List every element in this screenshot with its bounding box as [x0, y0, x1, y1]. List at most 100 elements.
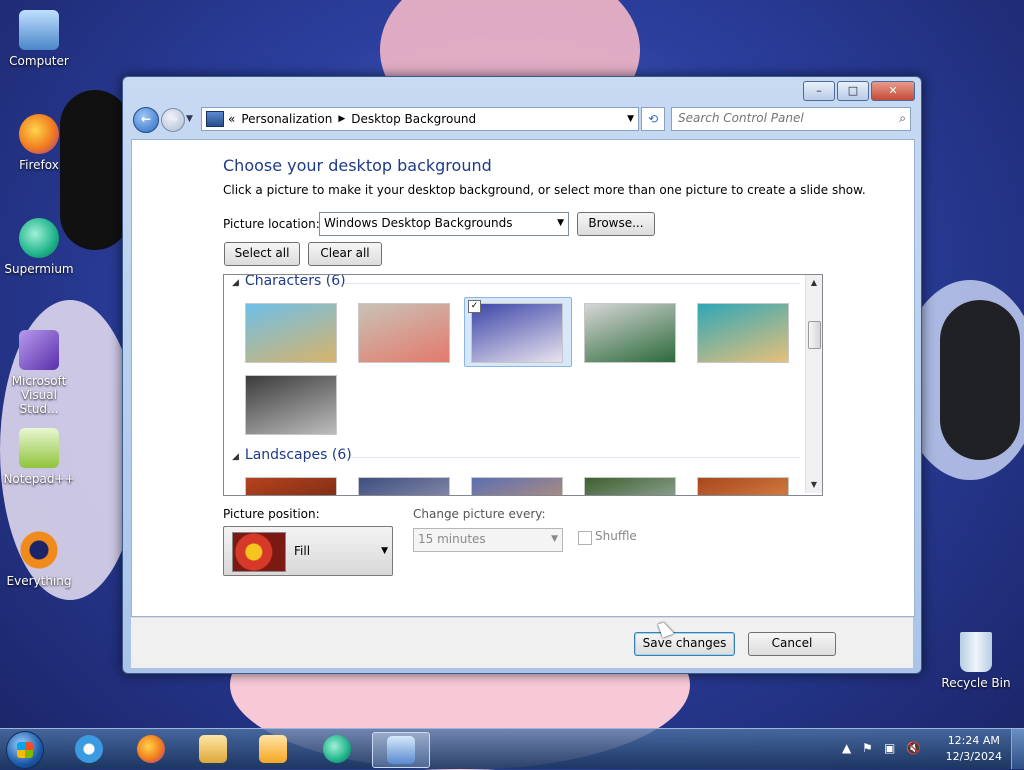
scroll-up-icon[interactable]: ▲	[806, 275, 822, 291]
thumbnail-characters-2[interactable]	[358, 303, 450, 363]
desktop-icon-notepad-plus-plus[interactable]: Notepad++	[1, 428, 77, 486]
taskbar-control-panel[interactable]	[372, 732, 430, 768]
volume-muted-icon[interactable]: 🔇	[906, 741, 921, 755]
clear-all-button[interactable]: Clear all	[308, 242, 382, 266]
thumbnail-selected-frame[interactable]: ✓	[464, 297, 572, 367]
group-header-characters[interactable]: ◢ Characters (6)	[232, 274, 346, 289]
address-dropdown-icon[interactable]: ▼	[627, 114, 634, 124]
group-divider	[344, 283, 800, 284]
select-all-button[interactable]: Select all	[224, 242, 300, 266]
thumbnail-landscapes-4[interactable]	[584, 477, 676, 495]
picture-position-select[interactable]: Fill ▼	[223, 526, 393, 576]
page-description: Click a picture to make it your desktop …	[223, 183, 866, 197]
thumbnail-landscapes-1[interactable]	[245, 477, 337, 495]
show-hidden-icons-icon[interactable]: ▲	[842, 741, 851, 755]
search-input[interactable]	[672, 108, 884, 128]
desktop-icon-everything[interactable]: Everything	[1, 530, 77, 588]
breadcrumb-overflow[interactable]: «	[228, 112, 235, 126]
shuffle-checkbox[interactable]	[578, 531, 592, 545]
group-divider	[350, 457, 800, 458]
desktop-icon-supermium[interactable]: Supermium	[1, 218, 77, 276]
scrollbar-thumb[interactable]	[808, 321, 821, 349]
search-box[interactable]: ⌕	[671, 107, 911, 131]
clock[interactable]: 12:24 AM 12/3/2024	[946, 733, 1002, 765]
start-button[interactable]	[6, 731, 44, 769]
page-title: Choose your desktop background	[223, 156, 492, 175]
breadcrumb-separator-icon[interactable]: ▶	[338, 114, 345, 124]
supermium-icon	[323, 735, 351, 763]
clock-date: 12/3/2024	[945, 750, 1002, 763]
picture-location-value: Windows Desktop Backgrounds	[324, 216, 513, 230]
thumbnail-characters-3[interactable]	[471, 303, 563, 363]
picture-position-value: Fill	[294, 544, 311, 558]
desktop-icon-computer[interactable]: Computer	[1, 10, 77, 68]
background-gallery: ◢ Characters (6) ✓ ◢ Landscapes (6) ▲ ▼	[223, 274, 823, 496]
desktop-background-window: – □ ✕ ← → ▼ « Personalization ▶ Desktop …	[122, 76, 922, 674]
thumbnail-landscapes-5[interactable]	[697, 477, 789, 495]
taskbar-internet-explorer[interactable]	[64, 732, 114, 766]
thumbnail-characters-6[interactable]	[245, 375, 337, 435]
supermium-icon	[19, 218, 59, 258]
desktop-icon-visual-studio[interactable]: Microsoft Visual Stud...	[1, 330, 77, 416]
show-desktop-button[interactable]	[1011, 729, 1024, 769]
firefox-icon	[137, 735, 165, 763]
change-picture-every-select[interactable]: 15 minutes ▼	[413, 528, 563, 552]
thumbnail-characters-5[interactable]	[697, 303, 789, 363]
minimize-button[interactable]: –	[803, 81, 835, 101]
visual-studio-icon	[19, 330, 59, 370]
desktop-icon-label: Computer	[9, 54, 69, 68]
recent-pages-dropdown[interactable]: ▼	[186, 110, 198, 128]
thumbnail-characters-1[interactable]	[245, 303, 337, 363]
desktop-icon-label: Recycle Bin	[941, 676, 1011, 690]
caption-buttons: – □ ✕	[803, 81, 915, 101]
picture-location-label: Picture location:	[223, 217, 320, 231]
back-button[interactable]: ←	[133, 107, 159, 133]
media-player-icon	[259, 735, 287, 763]
clock-time: 12:24 AM	[947, 734, 1000, 747]
collapse-icon[interactable]: ◢	[232, 452, 239, 462]
action-center-icon[interactable]: ⚑	[862, 741, 873, 755]
dialog-footer: Save changes Cancel	[131, 617, 913, 668]
notepad-plus-plus-icon	[19, 428, 59, 468]
breadcrumb-desktop-background[interactable]: Desktop Background	[351, 112, 476, 126]
taskbar-supermium[interactable]	[312, 732, 362, 766]
picture-position-label: Picture position:	[223, 507, 320, 521]
save-changes-button[interactable]: Save changes	[634, 632, 735, 656]
maximize-button[interactable]: □	[837, 81, 869, 101]
network-icon[interactable]: ▣	[884, 741, 895, 755]
navigation-bar: ← → ▼ « Personalization ▶ Desktop Backgr…	[131, 105, 913, 133]
change-picture-every-value: 15 minutes	[418, 532, 486, 546]
file-explorer-icon	[199, 735, 227, 763]
wallpaper-character-ear	[940, 300, 1020, 460]
thumbnail-characters-4[interactable]	[584, 303, 676, 363]
desktop-icon-recycle-bin[interactable]: Recycle Bin	[938, 632, 1014, 690]
close-button[interactable]: ✕	[871, 81, 915, 101]
browse-button[interactable]: Browse...	[577, 212, 655, 236]
taskbar: ▲ ⚑ ▣ 🔇 12:24 AM 12/3/2024	[0, 728, 1024, 769]
chevron-down-icon: ▼	[381, 546, 388, 556]
group-name: Characters (6)	[244, 274, 346, 289]
cancel-button[interactable]: Cancel	[748, 632, 836, 656]
taskbar-firefox[interactable]	[126, 732, 176, 766]
content-pane: Choose your desktop background Click a p…	[131, 139, 915, 617]
collapse-icon[interactable]: ◢	[232, 278, 239, 288]
scroll-down-icon[interactable]: ▼	[806, 477, 822, 493]
thumbnail-landscapes-3[interactable]	[471, 477, 563, 495]
group-header-landscapes[interactable]: ◢ Landscapes (6)	[232, 447, 352, 463]
chevron-down-icon: ▼	[557, 218, 564, 228]
desktop-icon-firefox[interactable]: Firefox	[1, 114, 77, 172]
thumbnail-landscapes-2[interactable]	[358, 477, 450, 495]
taskbar-file-explorer[interactable]	[188, 732, 238, 766]
picture-location-select[interactable]: Windows Desktop Backgrounds ▼	[319, 212, 569, 236]
thumbnail-checkbox[interactable]: ✓	[468, 300, 481, 313]
taskbar-media-player[interactable]	[248, 732, 298, 766]
internet-explorer-icon	[75, 735, 103, 763]
gallery-scrollbar[interactable]: ▲ ▼	[805, 275, 822, 493]
forward-button[interactable]: →	[161, 108, 185, 132]
address-bar[interactable]: « Personalization ▶ Desktop Background ▼	[201, 107, 639, 131]
breadcrumb-personalization[interactable]: Personalization	[241, 112, 332, 126]
search-icon[interactable]: ⌕	[899, 111, 906, 126]
refresh-button[interactable]: ⟲	[641, 107, 665, 131]
control-panel-icon	[387, 736, 415, 764]
everything-search-icon	[19, 530, 59, 570]
